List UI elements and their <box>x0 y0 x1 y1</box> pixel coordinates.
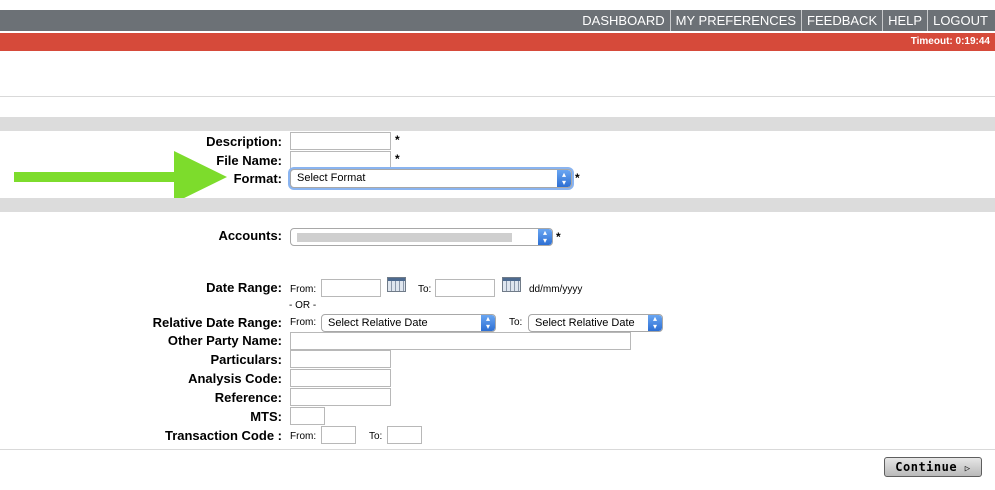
relative-from-select[interactable]: Select Relative Date ▴ ▾ <box>321 314 496 332</box>
description-label: Description: <box>206 134 282 149</box>
right-arrow-icon <box>14 151 227 203</box>
continue-label: Continue <box>895 460 958 474</box>
transaction-to-input[interactable] <box>387 426 422 444</box>
chevron-updown-icon: ▴ ▾ <box>648 315 662 331</box>
to-label: To: <box>369 431 383 442</box>
to-label: To: <box>509 317 523 328</box>
analysis-code-label: Analysis Code: <box>188 371 282 386</box>
relative-to-select[interactable]: Select Relative Date ▴ ▾ <box>528 314 663 332</box>
required-mark: * <box>395 133 400 147</box>
other-party-input[interactable] <box>290 332 631 350</box>
chevron-updown-icon: ▴ ▾ <box>538 229 552 245</box>
particulars-input[interactable] <box>290 350 391 368</box>
nav-feedback-link[interactable]: FEEDBACK <box>801 10 882 31</box>
other-party-label: Other Party Name: <box>167 333 282 348</box>
chevron-updown-icon: ▴ ▾ <box>481 315 495 331</box>
filename-input[interactable] <box>290 151 391 169</box>
section-band <box>0 117 995 131</box>
accounts-select[interactable]: ▴ ▾ <box>290 228 553 246</box>
mts-input[interactable] <box>290 407 325 425</box>
play-arrow-icon: ▷ <box>964 464 971 474</box>
nav-logout-link[interactable]: LOGOUT <box>927 10 993 31</box>
nav-help-link[interactable]: HELP <box>882 10 927 31</box>
from-label: From: <box>290 284 317 295</box>
status-bar: Timeout: 0:19:44 <box>0 33 995 51</box>
nav-links: DASHBOARD MY PREFERENCES FEEDBACK HELP L… <box>577 10 993 31</box>
calendar-icon[interactable] <box>502 277 521 292</box>
format-select-value: Select Format <box>297 172 366 184</box>
nav-preferences-link[interactable]: MY PREFERENCES <box>669 10 801 31</box>
required-mark: * <box>395 152 400 166</box>
accounts-redacted <box>297 233 512 242</box>
section-band <box>0 198 995 212</box>
from-label: From: <box>290 431 317 442</box>
or-separator: - OR - <box>289 300 317 311</box>
reference-input[interactable] <box>290 388 391 406</box>
date-to-input[interactable] <box>435 279 495 297</box>
date-format-hint: dd/mm/yyyy <box>529 284 583 295</box>
particulars-label: Particulars: <box>210 352 282 367</box>
relative-from-value: Select Relative Date <box>328 317 428 329</box>
date-from-input[interactable] <box>321 279 381 297</box>
divider <box>0 449 995 450</box>
mts-label: MTS: <box>250 409 282 424</box>
required-mark: * <box>556 230 561 244</box>
timeout-text: Timeout: 0:19:44 <box>910 36 990 47</box>
accounts-label: Accounts: <box>218 228 282 243</box>
transaction-code-label: Transaction Code : <box>164 428 282 443</box>
relative-to-value: Select Relative Date <box>535 317 635 329</box>
chevron-updown-icon: ▴ ▾ <box>557 170 571 187</box>
nav-dashboard-link[interactable]: DASHBOARD <box>577 10 669 31</box>
required-mark: * <box>575 171 580 185</box>
date-range-label: Date Range: <box>206 280 282 295</box>
divider <box>0 96 995 97</box>
transaction-from-input[interactable] <box>321 426 356 444</box>
continue-button[interactable]: Continue ▷ <box>884 457 982 477</box>
relative-date-label: Relative Date Range: <box>152 315 282 330</box>
description-input[interactable] <box>290 132 391 150</box>
reference-label: Reference: <box>214 390 282 405</box>
top-nav: DASHBOARD MY PREFERENCES FEEDBACK HELP L… <box>0 10 995 31</box>
format-label: Format: <box>233 171 282 186</box>
analysis-code-input[interactable] <box>290 369 391 387</box>
calendar-icon[interactable] <box>387 277 406 292</box>
from-label: From: <box>290 317 317 328</box>
format-select[interactable]: Select Format ▴ ▾ <box>290 169 572 188</box>
to-label: To: <box>418 284 432 295</box>
